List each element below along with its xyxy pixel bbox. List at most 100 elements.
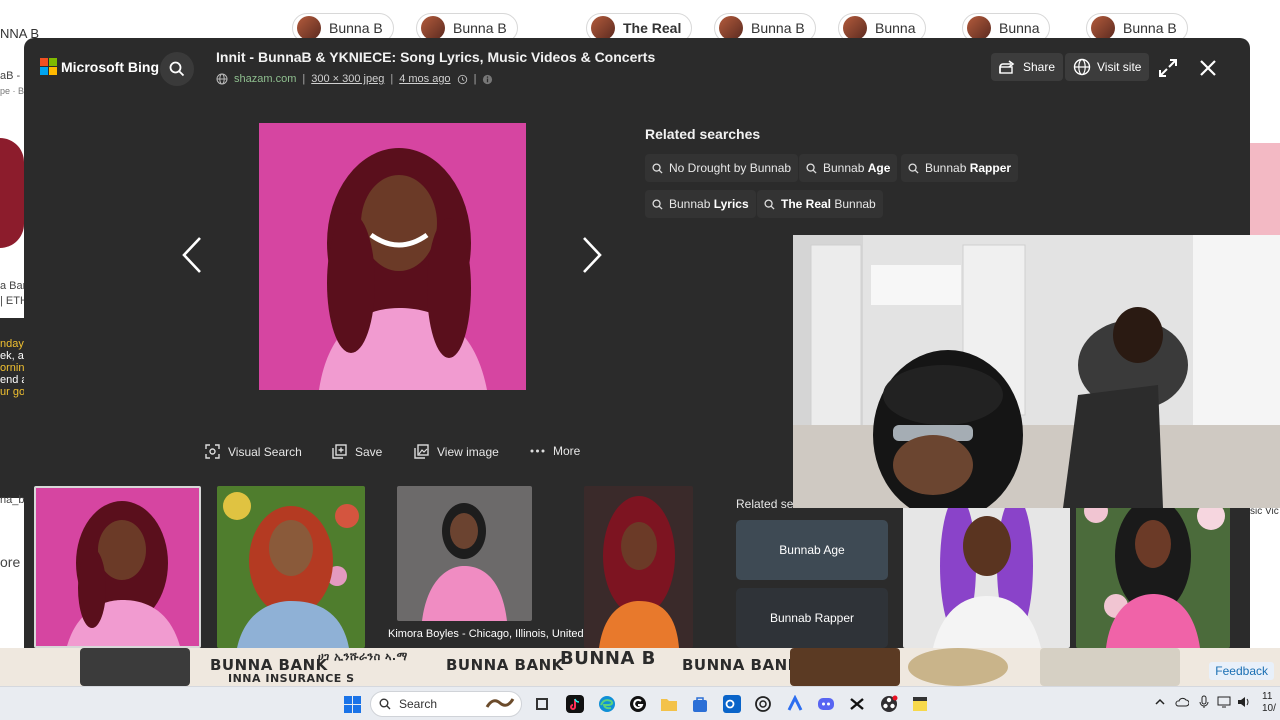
file-explorer-icon[interactable]: [659, 694, 679, 714]
background-thumb: [908, 648, 1008, 686]
pill-label: Bunna B: [329, 20, 383, 36]
background-text: ur go: [0, 386, 26, 398]
store-icon[interactable]: [690, 694, 710, 714]
visit-site-label: Visit site: [1097, 60, 1142, 74]
share-label: Share: [1023, 60, 1056, 74]
pill-label: The Real: [623, 20, 682, 36]
background-text: | ETH: [0, 295, 26, 307]
related-search-chip[interactable]: Bunnab Age: [799, 154, 898, 182]
microphone-icon[interactable]: [1197, 695, 1211, 709]
search-highlight-icon: [485, 695, 515, 714]
background-image-strip: BUNNA BANK BUNNA BANK BUNNA B BUNNA BANK…: [0, 648, 1280, 686]
capcut-icon[interactable]: [847, 694, 867, 714]
save-label: Save: [355, 444, 383, 459]
bing-logo[interactable]: Microsoft Bing: [40, 58, 159, 75]
pill-thumbnail: [843, 16, 867, 40]
visit-site-button[interactable]: Visit site: [1065, 53, 1150, 81]
sticky-notes-icon[interactable]: [910, 694, 930, 714]
chevron-left-icon: [182, 237, 201, 273]
pill-label: Bunna: [999, 20, 1040, 36]
pill-thumbnail: [1091, 16, 1115, 40]
related-search-chip[interactable]: Bunnab Lyrics: [645, 190, 756, 218]
network-icon[interactable]: [1217, 695, 1231, 709]
image-meta: shazam.com | 300 × 300 jpeg | 4 mos ago …: [216, 73, 493, 85]
thumbnail-image[interactable]: [903, 486, 1070, 648]
windows-taskbar: Search 11 10/: [0, 686, 1280, 720]
related-search-tile[interactable]: Bunnab Rapper: [736, 588, 888, 648]
save-button[interactable]: Save: [332, 444, 382, 459]
previous-image-button[interactable]: [180, 235, 204, 275]
feedback-button[interactable]: Feedback: [1209, 662, 1274, 680]
main-image[interactable]: [259, 123, 526, 390]
thumbnail-image[interactable]: [584, 486, 693, 648]
visual-search-icon: [205, 444, 220, 459]
thumbnail-image[interactable]: [217, 486, 365, 648]
volume-icon[interactable]: [1237, 695, 1251, 709]
background-thumb: [1040, 648, 1180, 686]
taskbar-search-box[interactable]: Search: [370, 691, 522, 717]
tray-chevron-up-icon[interactable]: [1153, 695, 1167, 709]
pill-label: Bunna B: [751, 20, 805, 36]
system-clock[interactable]: 11 10/: [1262, 691, 1276, 715]
chip-label: Bunnab: [669, 197, 714, 211]
background-text: orning: [0, 362, 26, 374]
pill-thumbnail: [591, 16, 615, 40]
edge-browser-icon[interactable]: [597, 694, 617, 714]
related-search-chip[interactable]: The Real Bunnab: [757, 190, 883, 218]
search-button[interactable]: [160, 52, 194, 86]
close-button[interactable]: [1195, 55, 1221, 81]
image-age-link[interactable]: 4 mos ago: [399, 73, 450, 85]
share-icon: [999, 60, 1015, 74]
chatgpt-icon[interactable]: [753, 694, 773, 714]
expand-button[interactable]: [1155, 55, 1181, 81]
windows-start-button[interactable]: [342, 694, 362, 714]
expand-icon: [1159, 59, 1177, 77]
background-thumb: [80, 648, 190, 686]
thumbnail-image[interactable]: [34, 486, 201, 648]
info-icon: [483, 74, 493, 84]
related-search-chip[interactable]: Bunnab Rapper: [901, 154, 1019, 182]
app-g-icon[interactable]: [628, 694, 648, 714]
windows-logo-icon: [343, 695, 361, 713]
search-icon: [652, 198, 663, 210]
more-button[interactable]: More: [530, 444, 580, 458]
chevron-right-icon: [583, 237, 602, 273]
background-text: end a: [0, 374, 26, 386]
search-icon: [806, 162, 817, 174]
brand-label: Microsoft Bing: [61, 58, 159, 75]
view-image-label: View image: [437, 444, 499, 459]
pill-thumbnail: [421, 16, 445, 40]
cloud-icon[interactable]: [1175, 695, 1189, 709]
globe-icon: [1073, 58, 1091, 76]
view-image-button[interactable]: View image: [414, 444, 499, 459]
tiktok-icon[interactable]: [565, 694, 585, 714]
background-text: ek, a: [0, 350, 24, 362]
chip-label-bold: Age: [867, 161, 891, 175]
related-search-chip[interactable]: No Drought by Bunnab: [645, 154, 799, 182]
image-title[interactable]: Innit - BunnaB & YKNIECE: Song Lyrics, M…: [216, 49, 655, 65]
related-search-tile[interactable]: Bunnab Age: [736, 520, 888, 580]
background-thumb: [790, 648, 900, 686]
visual-search-button[interactable]: Visual Search: [205, 444, 302, 459]
save-collection-icon: [332, 444, 347, 459]
thumbnail-image[interactable]: [397, 486, 532, 621]
outlook-icon[interactable]: [722, 694, 742, 714]
next-image-button[interactable]: [580, 235, 604, 275]
taskbar-search-label: Search: [399, 697, 438, 711]
pill-label: Bunna B: [1123, 20, 1177, 36]
source-domain[interactable]: shazam.com: [234, 73, 296, 85]
obs-icon[interactable]: [879, 694, 899, 714]
pill-thumbnail: [967, 16, 991, 40]
related-searches-heading: Related searches: [645, 126, 761, 142]
pill-thumbnail: [719, 16, 743, 40]
task-view-icon[interactable]: [532, 694, 552, 714]
background-left-column: aB - pe · B a Bar | ETH nday ek, a ornin…: [0, 48, 26, 648]
image-size-link[interactable]: 300 × 300 jpeg: [311, 73, 384, 85]
thumbnail-image[interactable]: [1076, 486, 1230, 648]
visual-search-label: Visual Search: [228, 444, 302, 459]
discord-icon[interactable]: [816, 694, 836, 714]
more-icon: [530, 449, 545, 453]
background-logo-fragment: [0, 138, 24, 248]
share-button[interactable]: Share: [991, 53, 1064, 81]
arc-app-icon[interactable]: [785, 694, 805, 714]
